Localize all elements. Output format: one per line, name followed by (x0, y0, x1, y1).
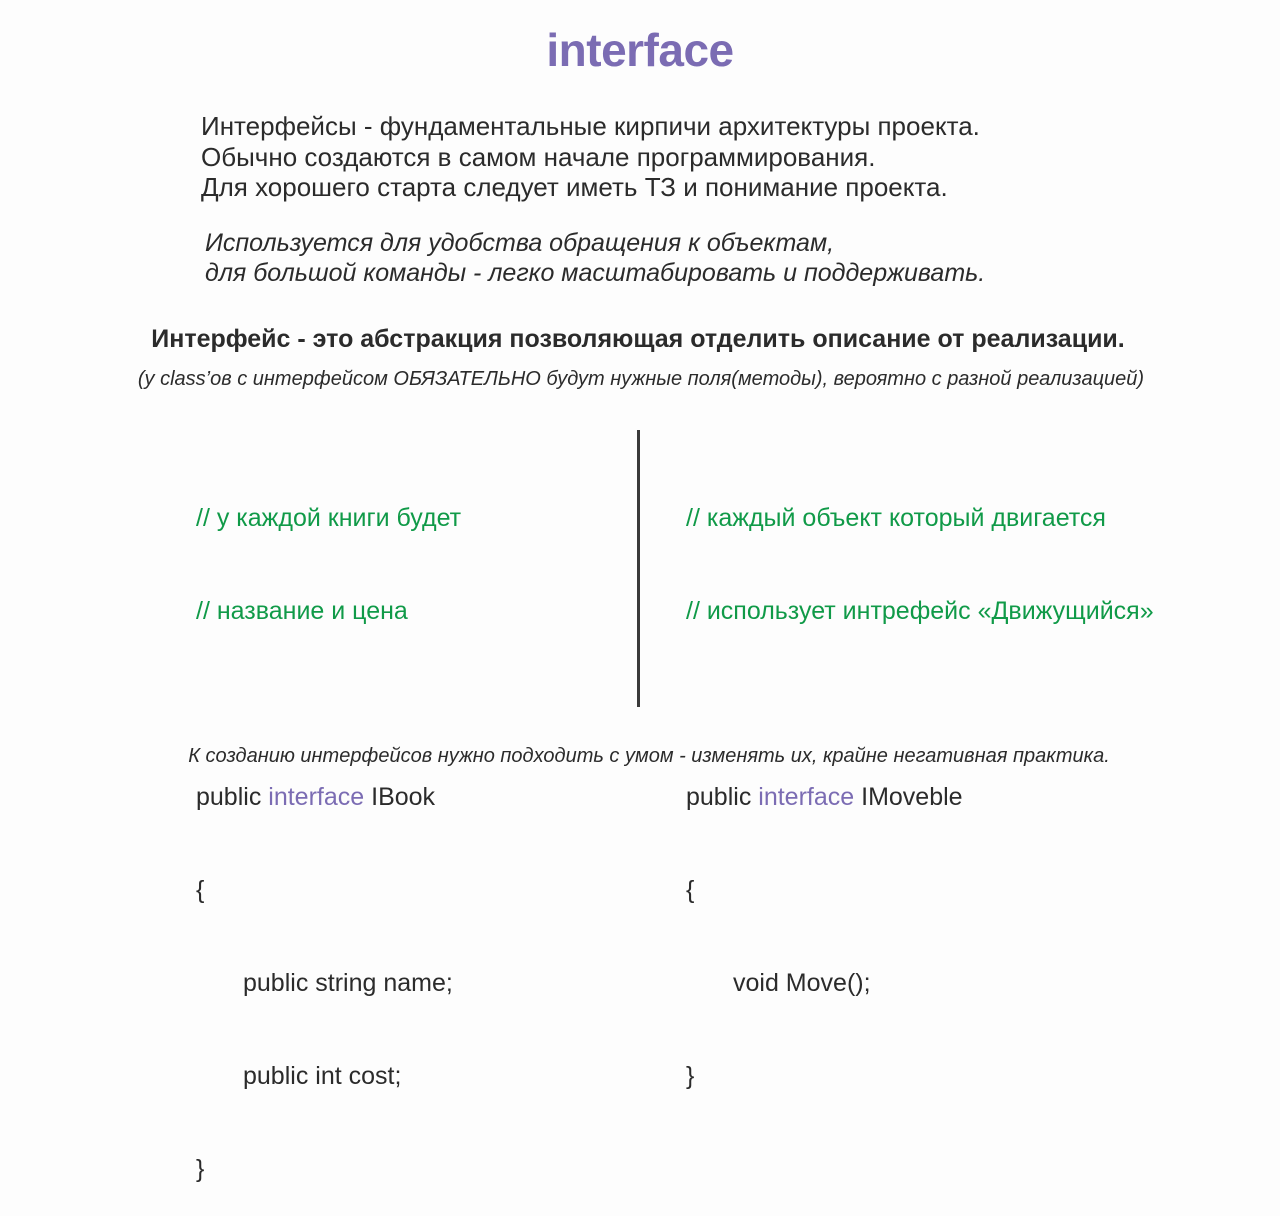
usage-line: Используется для удобства обращения к об… (205, 229, 835, 257)
close-brace: } (196, 1155, 205, 1183)
definition-note: (у class’ов с интерфейсом ОБЯЗАТЕЛЬНО бу… (137, 368, 1145, 390)
interface-keyword: interface (758, 783, 855, 811)
intro-line: Интерфейсы - фундаментальные кирпичи арх… (201, 111, 980, 141)
page-title: interface (546, 24, 734, 76)
definition-heading: Интерфейс - это абстракция позволяющая о… (151, 325, 1125, 353)
interface-member: public int cost; (243, 1062, 402, 1090)
interface-member: void Move(); (733, 969, 871, 997)
close-brace: } (686, 1062, 695, 1090)
intro-line: Обычно создаются в самом начале программ… (201, 141, 876, 172)
interface-keyword: interface (268, 783, 365, 811)
code-example-ibook: // у каждой книги будет // название и це… (196, 441, 461, 1216)
interface-member: public string name; (243, 969, 453, 997)
code-comment: // использует интрефейс «Движущийся» (686, 597, 1154, 625)
interface-declaration: public interface IBook (196, 782, 461, 813)
interface-name: IBook (371, 783, 436, 811)
modifier-keyword: public (686, 783, 752, 811)
code-example-imoveble: // каждый объект который двигается // ис… (686, 441, 1154, 1123)
interface-declaration: public interface IMoveble (686, 782, 1154, 813)
modifier-keyword: public (196, 783, 262, 811)
intro-line: Для хорошего старта следует иметь ТЗ и п… (201, 172, 948, 202)
interface-name: IMoveble (861, 783, 963, 811)
code-comment: // название и цена (196, 597, 408, 625)
open-brace: { (686, 876, 695, 904)
open-brace: { (196, 876, 205, 904)
usage-line: для большой команды - легко масштабирова… (205, 259, 986, 287)
column-divider (637, 430, 640, 707)
code-comment: // у каждой книги будет (196, 504, 462, 532)
usage-paragraph: Используется для удобства обращения к об… (205, 228, 985, 288)
code-comment: // каждый объект который двигается (686, 504, 1106, 532)
intro-paragraph: Интерфейсы - фундаментальные кирпичи арх… (201, 111, 980, 203)
footer-note: К созданию интерфейсов нужно подходить с… (188, 745, 1110, 767)
